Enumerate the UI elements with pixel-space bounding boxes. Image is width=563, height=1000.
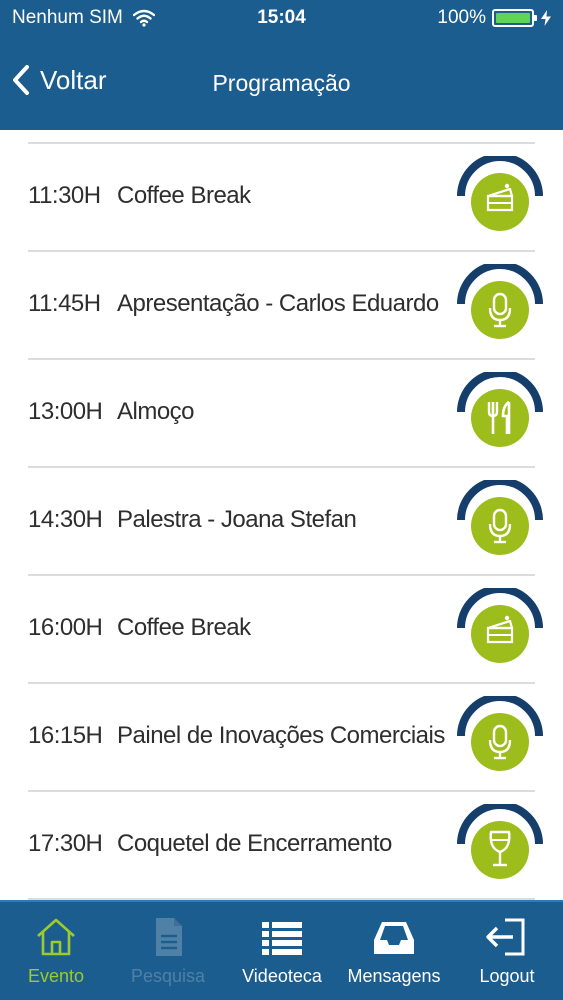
schedule-row[interactable]: 14:30H Palestra - Joana Stefan (0, 468, 563, 576)
tab-pesquisa[interactable]: Pesquisa (112, 902, 224, 1000)
logout-icon (486, 918, 525, 956)
battery-icon (492, 9, 537, 27)
schedule-list: 11:30H Coffee Break 11:45H Apresentação … (0, 130, 563, 900)
schedule-title: Painel de Inovações Comerciais (117, 722, 445, 749)
page-title: Programação (212, 70, 351, 96)
schedule-title: Apresentação - Carlos Eduardo (117, 290, 439, 317)
tab-mensagens[interactable]: Mensagens (338, 902, 450, 1000)
tab-logout[interactable]: Logout (451, 902, 563, 1000)
tab-label: Logout (479, 966, 535, 986)
tab-label: Evento (27, 966, 85, 986)
app-header: Nenhum SIM 15:04 100% Voltar Programação (0, 0, 563, 130)
schedule-title: Coquetel de Encerramento (117, 830, 392, 857)
schedule-row[interactable]: 11:45H Apresentação - Carlos Eduardo (0, 252, 563, 360)
tab-evento[interactable]: Evento (0, 902, 112, 1000)
battery-info: 100% (437, 7, 551, 29)
microphone-icon (457, 264, 543, 341)
tab-label: Pesquisa (130, 966, 206, 986)
tab-videoteca[interactable]: Videoteca (226, 902, 338, 1000)
tab-label: Videoteca (242, 966, 322, 986)
list-icon (262, 922, 302, 955)
battery-percent: 100% (437, 7, 486, 28)
schedule-time: 14:30H (28, 506, 103, 533)
microphone-icon (457, 480, 543, 557)
cake-icon (457, 588, 543, 665)
schedule-row[interactable]: 16:15H Painel de Inovações Comerciais (0, 684, 563, 792)
cake-icon (457, 156, 543, 233)
inbox-icon (374, 922, 414, 954)
schedule-time: 13:00H (28, 398, 103, 425)
schedule-title: Coffee Break (117, 182, 251, 209)
schedule-time: 11:30H (28, 182, 101, 209)
schedule-title: Coffee Break (117, 614, 251, 641)
schedule-row[interactable]: 17:30H Coquetel de Encerramento (0, 792, 563, 900)
schedule-title: Palestra - Joana Stefan (117, 506, 357, 533)
status-bar: Nenhum SIM 15:04 100% (0, 0, 563, 36)
tab-bar: Evento Pesquisa Videoteca Mensagens Logo… (0, 900, 563, 1000)
schedule-row[interactable]: 11:30H Coffee Break (0, 144, 563, 252)
fork-knife-icon (457, 372, 543, 449)
document-icon (156, 918, 182, 956)
schedule-title: Almoço (117, 398, 195, 425)
microphone-icon (457, 696, 543, 773)
schedule-row[interactable]: 16:00H Coffee Break (0, 576, 563, 684)
navigation-bar: Voltar Programação (0, 36, 563, 130)
tab-label: Mensagens (347, 966, 441, 986)
schedule-time: 16:15H (28, 722, 103, 749)
charging-icon (541, 10, 551, 26)
schedule-time: 17:30H (28, 830, 103, 857)
home-icon (37, 918, 75, 956)
wine-glass-icon (457, 804, 543, 881)
schedule-time: 11:45H (28, 290, 101, 317)
schedule-row[interactable]: 13:00H Almoço (0, 360, 563, 468)
schedule-time: 16:00H (28, 614, 103, 641)
